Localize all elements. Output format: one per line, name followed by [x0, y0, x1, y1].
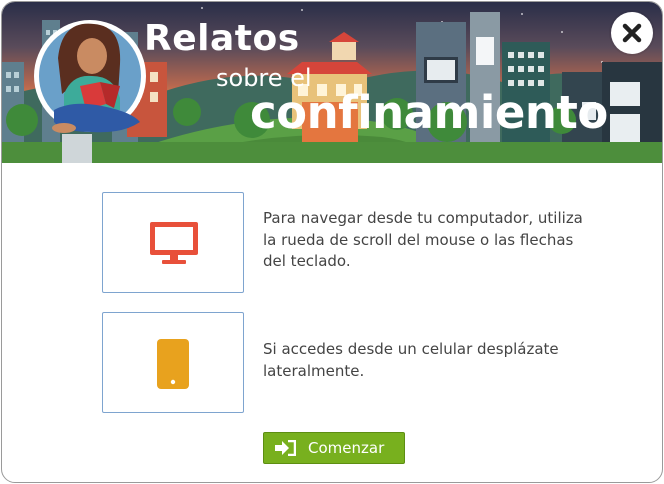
mobile-instructions: Si accedes desde un celular desplázate l…: [263, 340, 559, 380]
phone-icon: [157, 339, 189, 389]
header-banner: Relatos sobre el confinamiento: [2, 2, 662, 163]
start-button[interactable]: Comenzar: [263, 432, 405, 464]
desktop-instructions: Para navegar desde tu computador, utiliz…: [263, 209, 583, 270]
enter-icon: [275, 440, 296, 456]
close-button[interactable]: [611, 12, 653, 54]
close-icon: [622, 23, 642, 43]
start-button-label: Comenzar: [308, 439, 385, 457]
monitor-icon: [150, 222, 198, 264]
mobile-card: [102, 312, 244, 413]
intro-dialog: Relatos sobre el confinamiento Para nave…: [1, 1, 663, 483]
desktop-card: [102, 192, 244, 293]
title-line-1: Relatos: [144, 18, 300, 59]
title-line-3: confinamiento: [250, 86, 608, 139]
